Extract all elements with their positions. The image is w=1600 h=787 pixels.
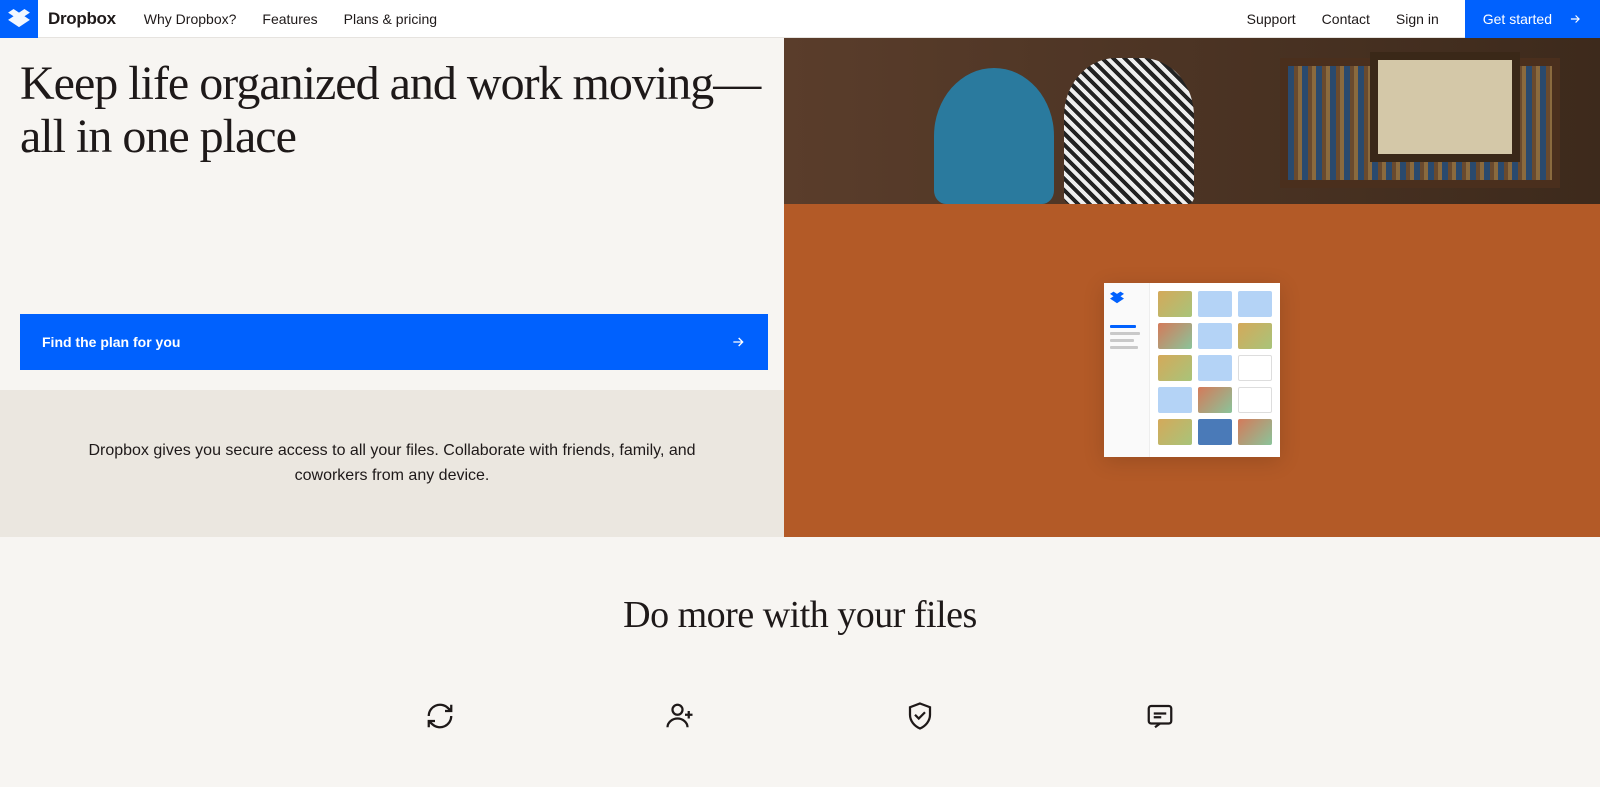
mockup-tile: [1198, 291, 1232, 317]
mockup-file-grid: [1150, 283, 1280, 457]
nav-plans-pricing[interactable]: Plans & pricing: [344, 11, 437, 27]
mockup-tile: [1198, 387, 1232, 413]
hero-description: Dropbox gives you secure access to all y…: [60, 438, 724, 489]
mockup-tile: [1198, 355, 1232, 381]
nav-secondary: Support Contact Sign in Get started: [1247, 0, 1600, 38]
mockup-sidebar: [1104, 283, 1150, 457]
nav-sign-in[interactable]: Sign in: [1396, 11, 1439, 27]
mockup-tile: [1198, 419, 1232, 445]
hero-right: [784, 38, 1600, 537]
mockup-tile: [1238, 291, 1272, 317]
mockup-tile: [1238, 387, 1272, 413]
mockup-nav-line: [1110, 332, 1140, 335]
get-started-label: Get started: [1483, 11, 1552, 27]
find-plan-label: Find the plan for you: [42, 334, 180, 350]
features-title: Do more with your files: [0, 593, 1600, 637]
mockup-tile: [1238, 419, 1272, 445]
nav-features[interactable]: Features: [262, 11, 317, 27]
brand-name[interactable]: Dropbox: [48, 9, 116, 29]
mockup-tile: [1158, 355, 1192, 381]
nav-why-dropbox[interactable]: Why Dropbox?: [144, 11, 237, 27]
product-ui-mockup: [1104, 283, 1280, 457]
feature-icons-row: [0, 701, 1600, 731]
mockup-tile: [1238, 355, 1272, 381]
mockup-nav-line: [1110, 346, 1138, 349]
mockup-tile: [1158, 419, 1192, 445]
arrow-right-icon: [730, 334, 746, 350]
nav-support[interactable]: Support: [1247, 11, 1296, 27]
mockup-tile: [1158, 291, 1192, 317]
hero-section: Keep life organized and work moving—all …: [0, 38, 1600, 537]
arrow-right-icon: [1568, 12, 1582, 26]
sync-icon: [425, 701, 455, 731]
get-started-button[interactable]: Get started: [1465, 0, 1600, 38]
mockup-nav-line: [1110, 339, 1134, 342]
chat-icon: [1145, 701, 1175, 731]
header: Dropbox Why Dropbox? Features Plans & pr…: [0, 0, 1600, 38]
hero-photo: [784, 38, 1600, 204]
picture-frame-decoration: [1370, 52, 1520, 162]
mockup-tile: [1158, 323, 1192, 349]
dropbox-logo-icon[interactable]: [0, 0, 38, 38]
hero-heading: Keep life organized and work moving—all …: [20, 58, 764, 164]
nav-primary: Why Dropbox? Features Plans & pricing: [144, 11, 437, 27]
mockup-tile: [1158, 387, 1192, 413]
shield-check-icon: [905, 701, 935, 731]
dropbox-logo-icon: [1110, 291, 1124, 305]
features-section: Do more with your files: [0, 537, 1600, 787]
mockup-nav-line: [1110, 325, 1136, 328]
nav-contact[interactable]: Contact: [1322, 11, 1370, 27]
mockup-tile: [1198, 323, 1232, 349]
find-plan-button[interactable]: Find the plan for you: [20, 314, 768, 370]
hero-brown-panel: [784, 204, 1600, 537]
hero-left: Keep life organized and work moving—all …: [0, 38, 784, 537]
mockup-tile: [1238, 323, 1272, 349]
person-add-icon: [665, 701, 695, 731]
